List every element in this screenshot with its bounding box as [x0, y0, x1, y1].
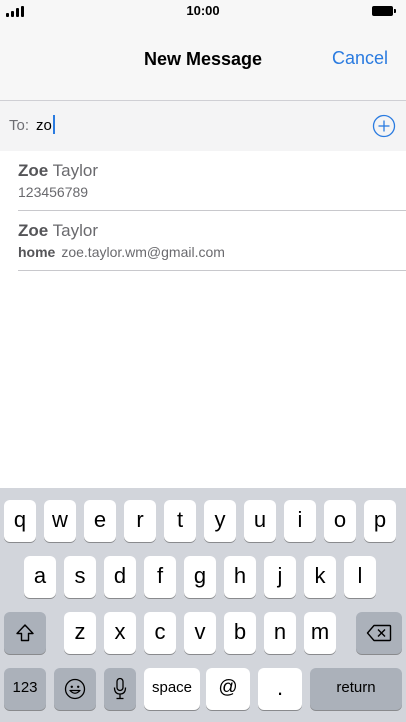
- contact-detail: home zoe.taylor.wm@gmail.com: [18, 244, 225, 260]
- contact-detail-label: home: [18, 244, 56, 260]
- key-f[interactable]: f: [144, 556, 176, 598]
- keyboard: q w e r t y u i o p a s d f g h j k l z …: [0, 488, 406, 722]
- key-l[interactable]: l: [344, 556, 376, 598]
- key-s[interactable]: s: [64, 556, 96, 598]
- key-i[interactable]: i: [284, 500, 316, 542]
- contact-name: Zoe Taylor: [18, 161, 98, 181]
- contact-detail-value: zoe.taylor.wm@gmail.com: [61, 244, 225, 260]
- period-key[interactable]: .: [258, 668, 302, 710]
- key-t[interactable]: t: [164, 500, 196, 542]
- key-m[interactable]: m: [304, 612, 336, 654]
- key-g[interactable]: g: [184, 556, 216, 598]
- recipient-input-value: zo: [36, 117, 52, 134]
- shift-key[interactable]: [4, 612, 46, 654]
- emoji-key[interactable]: [54, 668, 96, 710]
- contact-name-match: Zoe: [18, 221, 49, 240]
- smiley-icon: [64, 678, 86, 700]
- key-j[interactable]: j: [264, 556, 296, 598]
- return-key[interactable]: return: [310, 668, 402, 710]
- key-w[interactable]: w: [44, 500, 76, 542]
- contact-name-rest: Taylor: [48, 221, 98, 240]
- add-contact-button[interactable]: [372, 114, 396, 138]
- contact-name: Zoe Taylor: [18, 221, 98, 241]
- key-r[interactable]: r: [124, 500, 156, 542]
- key-c[interactable]: c: [144, 612, 176, 654]
- recipient-input[interactable]: zo: [36, 115, 55, 137]
- status-bar: 10:00: [0, 0, 406, 22]
- cancel-button[interactable]: Cancel: [332, 48, 388, 69]
- space-key[interactable]: space: [144, 668, 200, 710]
- status-time: 10:00: [186, 3, 220, 18]
- at-key[interactable]: @: [206, 668, 250, 710]
- key-v[interactable]: v: [184, 612, 216, 654]
- battery-icon: [372, 6, 396, 16]
- delete-key[interactable]: [356, 612, 402, 654]
- key-h[interactable]: h: [224, 556, 256, 598]
- recipient-row: To: zo: [0, 101, 406, 151]
- key-n[interactable]: n: [264, 612, 296, 654]
- key-y[interactable]: y: [204, 500, 236, 542]
- contact-suggestion[interactable]: Zoe Taylor home zoe.taylor.wm@gmail.com: [0, 211, 406, 269]
- key-d[interactable]: d: [104, 556, 136, 598]
- divider: [18, 270, 406, 271]
- key-a[interactable]: a: [24, 556, 56, 598]
- key-k[interactable]: k: [304, 556, 336, 598]
- key-x[interactable]: x: [104, 612, 136, 654]
- dictation-key[interactable]: [104, 668, 136, 710]
- to-label: To:: [9, 117, 30, 134]
- key-z[interactable]: z: [64, 612, 96, 654]
- navigation-bar: New Message Cancel: [0, 22, 406, 101]
- key-o[interactable]: o: [324, 500, 356, 542]
- key-q[interactable]: q: [4, 500, 36, 542]
- numbers-key[interactable]: 123: [4, 668, 46, 710]
- contact-suggestion[interactable]: Zoe Taylor 123456789: [0, 151, 406, 209]
- key-p[interactable]: p: [364, 500, 396, 542]
- shift-arrow-icon: [16, 624, 34, 642]
- contact-detail: 123456789: [18, 184, 89, 200]
- plus-circle-icon: [372, 114, 396, 138]
- microphone-icon: [113, 677, 127, 700]
- text-caret: [52, 115, 55, 134]
- backspace-icon: [366, 624, 392, 642]
- contact-name-match: Zoe: [18, 161, 49, 180]
- key-e[interactable]: e: [84, 500, 116, 542]
- key-u[interactable]: u: [244, 500, 276, 542]
- key-b[interactable]: b: [224, 612, 256, 654]
- contact-name-rest: Taylor: [48, 161, 98, 180]
